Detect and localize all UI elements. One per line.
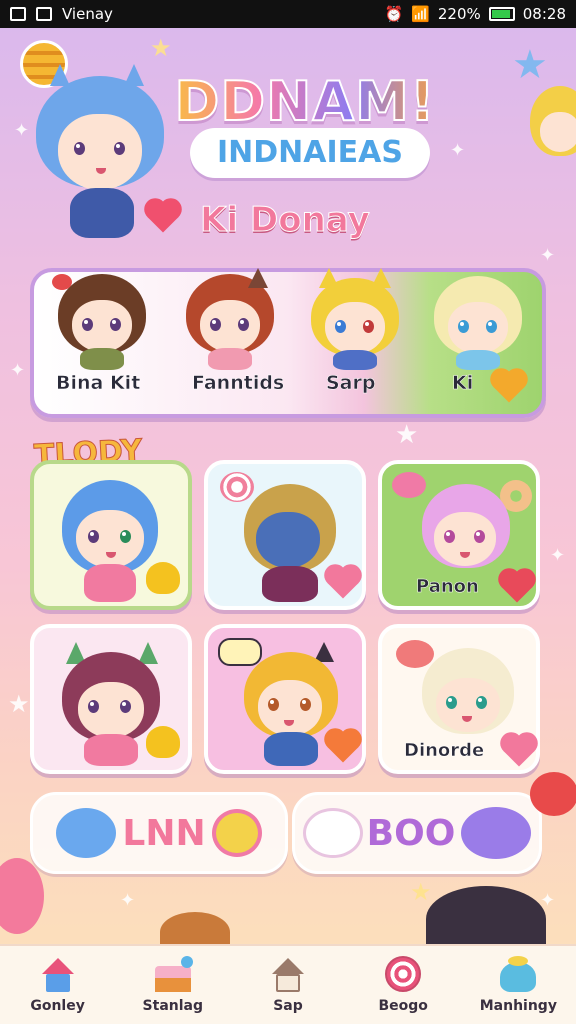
app-title: DDNAM! [165, 69, 445, 134]
alarm-icon: ⏰ [384, 5, 404, 23]
greeting-text: Ki Donay [200, 200, 371, 241]
sparkle-icon: ✦ [540, 245, 556, 266]
friend-avatar-1[interactable] [52, 268, 152, 370]
character-card-4[interactable] [30, 624, 192, 774]
card-avatar [418, 642, 522, 742]
card-avatar [418, 478, 518, 578]
slime-icon [498, 956, 538, 994]
home-icon [38, 956, 78, 994]
star-icon: ★ [512, 42, 548, 88]
lnn-button[interactable]: LNN [30, 792, 288, 874]
battery-percent: 220% [437, 5, 481, 23]
nav-item-beogo[interactable]: Beogo [353, 956, 453, 1014]
friend-avatar-3[interactable] [305, 268, 405, 370]
boo-button[interactable]: BOO [292, 792, 542, 874]
slime-icon [146, 562, 180, 594]
friend-avatar-4[interactable] [428, 268, 528, 370]
character-card-5[interactable] [204, 624, 366, 774]
sparkle-icon: ✦ [14, 120, 30, 141]
sparkle-icon: ✦ [10, 360, 26, 381]
app-subtitle: INDNAIEAS [190, 128, 430, 178]
friend-avatar-2[interactable] [180, 268, 280, 370]
nav-label: Manhingy [479, 998, 557, 1014]
bear-face-icon [211, 809, 262, 857]
star-icon: ★ [8, 690, 30, 718]
peeking-character [530, 86, 576, 176]
boo-button-label: BOO [366, 812, 456, 854]
peeking-character-bottom [426, 886, 546, 952]
star-icon: ★ [150, 34, 172, 62]
nav-item-stanlag[interactable]: Stanlag [123, 956, 223, 1014]
lnn-button-label: LNN [122, 812, 206, 854]
slime-icon [146, 726, 180, 758]
heart-icon [501, 571, 533, 603]
status-time: 08:28 [522, 5, 566, 23]
character-card-1[interactable] [30, 460, 192, 610]
friend-label-4: Ki [452, 372, 474, 395]
character-card-6[interactable]: Dinorde [378, 624, 540, 774]
battery-icon [488, 7, 515, 21]
friend-label-2: Fanntids [192, 372, 285, 395]
sparkle-icon: ✦ [450, 140, 466, 161]
bubble-icon [461, 807, 532, 859]
friend-label-3: Sarp [326, 372, 376, 395]
friend-label-1: Bina Kit [56, 372, 141, 395]
lollipop-icon [383, 956, 423, 994]
cloud-icon [302, 808, 363, 858]
cat-cloud-icon [56, 808, 117, 858]
sparkle-icon: ✦ [120, 890, 136, 911]
nav-item-manhingy[interactable]: Manhingy [468, 956, 568, 1014]
bottom-nav: Gonley Stanlag Sap Beogo Manhingy [0, 944, 576, 1024]
status-bar: Vienay ⏰ 📶 220% 08:28 [0, 0, 576, 28]
status-app-name: Vienay [62, 5, 113, 23]
gallery-icon [36, 7, 52, 21]
cake-icon [153, 956, 193, 994]
character-card-2[interactable] [204, 460, 366, 610]
card-label-3: Panon [416, 576, 479, 598]
star-icon: ★ [395, 420, 419, 450]
nav-label: Gonley [30, 998, 85, 1014]
notification-icon [10, 7, 26, 21]
heart-icon [503, 735, 535, 767]
character-card-3[interactable]: Panon [378, 460, 540, 610]
nav-item-sap[interactable]: Sap [238, 956, 338, 1014]
pink-blob-icon [0, 858, 44, 934]
nav-item-gonley[interactable]: Gonley [8, 956, 108, 1014]
card-label-6: Dinorde [404, 740, 485, 762]
nav-label: Sap [273, 998, 303, 1014]
nav-label: Beogo [378, 998, 428, 1014]
nav-label: Stanlag [142, 998, 204, 1014]
wifi-icon: 📶 [411, 5, 430, 23]
house-icon [268, 956, 308, 994]
star-icon: ★ [410, 878, 432, 906]
sparkle-icon: ✦ [550, 545, 566, 566]
red-balloon-icon [530, 772, 576, 816]
